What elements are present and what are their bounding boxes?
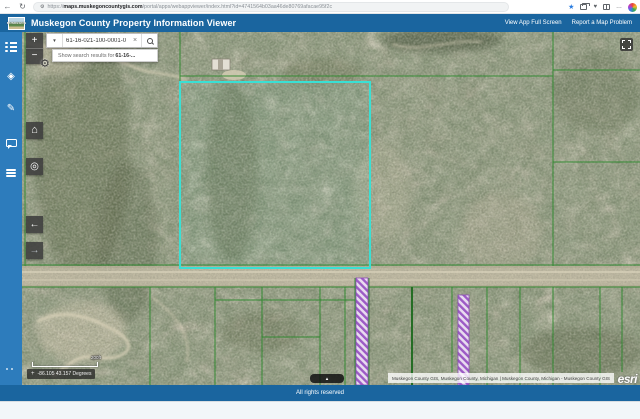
home-button[interactable]: ⌂ bbox=[26, 122, 43, 139]
building bbox=[212, 59, 230, 70]
next-extent-button[interactable]: → bbox=[26, 242, 43, 259]
browser-essentials-icon[interactable]: ♥ bbox=[593, 4, 597, 10]
esri-logo: esri bbox=[618, 372, 637, 385]
address-bar[interactable]: ⚙ https://maps.muskegoncountygis.com/por… bbox=[33, 2, 509, 12]
map-viewport[interactable]: + − ⌂ ◎ ← → ▼ × Show search results for … bbox=[22, 32, 640, 385]
collections-icon[interactable] bbox=[580, 4, 587, 10]
attribution-toggle-button[interactable]: ▴ bbox=[310, 374, 344, 383]
app-footer: All rights reserved bbox=[0, 385, 640, 401]
coordinates-readout: -86.105 43.157 Degrees bbox=[38, 371, 92, 377]
scale-label: 200ft bbox=[91, 355, 101, 360]
report-map-problem-link[interactable]: Report a Map Problem bbox=[572, 20, 632, 26]
sidebar-item-layers[interactable]: ◈ bbox=[0, 66, 22, 88]
page-title: Muskegon County Property Information Vie… bbox=[31, 18, 236, 28]
muskegon-county-logo: MUSKEGON bbox=[8, 17, 25, 30]
split-screen-icon[interactable] bbox=[603, 4, 610, 10]
legend-icon bbox=[5, 40, 16, 54]
aerial-imagery[interactable] bbox=[22, 32, 640, 385]
search-button[interactable] bbox=[141, 34, 157, 47]
previous-extent-button[interactable]: ← bbox=[26, 216, 43, 233]
sidebar-overflow-dots bbox=[6, 368, 13, 370]
crosshair-icon: + bbox=[31, 371, 35, 377]
scale-bar: 200ft bbox=[32, 362, 98, 367]
coordinates-widget[interactable]: + -86.105 43.157 Degrees bbox=[27, 369, 95, 379]
selected-parcel-boundary bbox=[180, 82, 370, 268]
sidebar-item-measure[interactable]: ✎ bbox=[0, 98, 22, 120]
clear-search-icon[interactable]: × bbox=[129, 34, 141, 47]
sidebar-item-menu[interactable] bbox=[0, 162, 22, 184]
measure-pencil-icon: ✎ bbox=[7, 104, 15, 114]
search-icon bbox=[147, 38, 153, 44]
sidebar-item-legend[interactable] bbox=[0, 36, 22, 58]
browser-toolbar: ← ↻ ⚙ https://maps.muskegoncountygis.com… bbox=[0, 0, 640, 14]
layers-icon: ◈ bbox=[7, 72, 15, 82]
refresh-button[interactable]: ↻ bbox=[15, 0, 30, 14]
comment-bubble-icon bbox=[6, 139, 17, 147]
windows-taskbar bbox=[0, 401, 640, 419]
parcel-search-widget: ▼ × bbox=[46, 33, 158, 48]
zoom-in-button[interactable]: + bbox=[26, 33, 43, 49]
menu-icon bbox=[6, 167, 16, 178]
more-menu-button[interactable]: … bbox=[616, 4, 622, 10]
processing-gear-icon: ⚙ bbox=[40, 57, 50, 70]
app-header: MUSKEGON Muskegon County Property Inform… bbox=[0, 14, 640, 32]
bookmark-star-icon[interactable]: ★ bbox=[568, 3, 574, 11]
profile-avatar[interactable] bbox=[628, 3, 637, 12]
sidebar-item-basemap[interactable] bbox=[0, 132, 22, 154]
overview-expand-button[interactable] bbox=[620, 38, 633, 51]
rights-text: All rights reserved bbox=[296, 390, 344, 396]
page-url: https://maps.muskegoncountygis.com/porta… bbox=[47, 4, 332, 10]
search-input[interactable] bbox=[63, 34, 129, 47]
search-suggestion[interactable]: Show search results for 61-16-... bbox=[52, 49, 158, 62]
map-attribution: Muskegon County GIS, Muskegon County, Mi… bbox=[388, 373, 614, 383]
back-button[interactable]: ← bbox=[0, 0, 15, 14]
dirt-road bbox=[22, 266, 640, 287]
locate-button[interactable]: ◎ bbox=[26, 158, 43, 175]
tool-sidebar: ◈ ✎ bbox=[0, 32, 22, 385]
view-full-screen-link[interactable]: View App Full Screen bbox=[505, 20, 562, 26]
search-source-dropdown[interactable]: ▼ bbox=[47, 34, 63, 47]
site-info-icon[interactable]: ⚙ bbox=[40, 4, 44, 10]
